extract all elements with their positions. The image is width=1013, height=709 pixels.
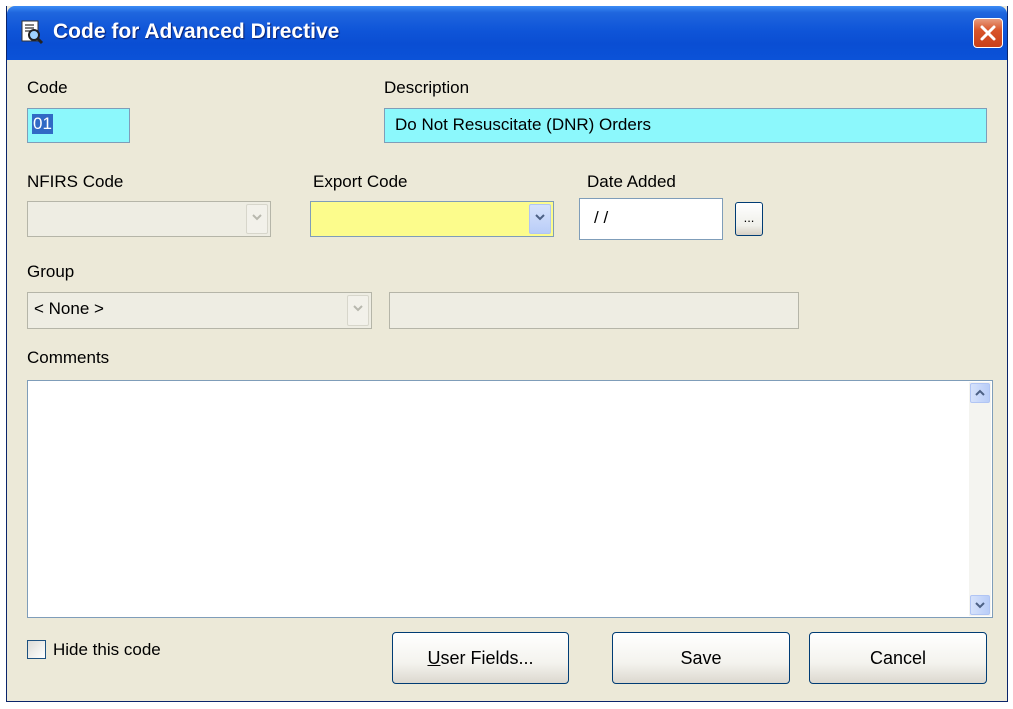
comments-label: Comments bbox=[27, 348, 110, 367]
dialog-window: Code for Advanced Directive Code 01 Desc… bbox=[6, 6, 1008, 702]
scroll-up-button[interactable] bbox=[970, 383, 990, 403]
window-title: Code for Advanced Directive bbox=[53, 20, 340, 43]
date-added-label: Date Added bbox=[587, 172, 676, 191]
code-input[interactable]: 01 bbox=[27, 108, 130, 143]
export-dropdown-button[interactable] bbox=[529, 204, 551, 234]
user-fields-button[interactable]: User Fields... bbox=[392, 632, 569, 684]
group-description-field bbox=[389, 292, 799, 329]
date-added-input[interactable]: / / bbox=[579, 198, 723, 240]
cancel-button[interactable]: Cancel bbox=[809, 632, 987, 684]
close-button[interactable] bbox=[973, 18, 1003, 48]
export-code-label: Export Code bbox=[313, 172, 408, 191]
date-added-value: / / bbox=[594, 208, 609, 227]
user-fields-accesskey: U bbox=[427, 648, 441, 668]
code-lookup-icon bbox=[19, 19, 45, 45]
nfirs-code-dropdown[interactable] bbox=[27, 201, 271, 237]
code-label: Code bbox=[27, 78, 68, 97]
comments-scrollbar[interactable] bbox=[969, 382, 991, 616]
nfirs-code-label: NFIRS Code bbox=[27, 172, 124, 191]
user-fields-label: ser Fields... bbox=[440, 648, 534, 668]
save-button[interactable]: Save bbox=[612, 632, 790, 684]
description-label: Description bbox=[384, 78, 470, 97]
date-picker-button[interactable]: ... bbox=[735, 202, 763, 236]
scroll-down-button[interactable] bbox=[970, 595, 990, 615]
hide-code-label[interactable]: Hide this code bbox=[53, 640, 161, 660]
group-label: Group bbox=[27, 262, 75, 281]
description-value: Do Not Resuscitate (DNR) Orders bbox=[395, 115, 652, 134]
group-value: < None > bbox=[34, 299, 104, 318]
comments-textarea[interactable] bbox=[27, 380, 993, 618]
export-code-dropdown[interactable] bbox=[310, 201, 554, 237]
hide-code-checkbox[interactable] bbox=[27, 640, 46, 659]
description-input[interactable]: Do Not Resuscitate (DNR) Orders bbox=[384, 108, 987, 143]
group-dropdown[interactable]: < None > bbox=[27, 292, 372, 329]
group-dropdown-button[interactable] bbox=[347, 295, 369, 326]
code-value: 01 bbox=[32, 114, 53, 134]
title-bar[interactable]: Code for Advanced Directive bbox=[7, 6, 1007, 60]
nfirs-dropdown-button[interactable] bbox=[246, 204, 268, 234]
